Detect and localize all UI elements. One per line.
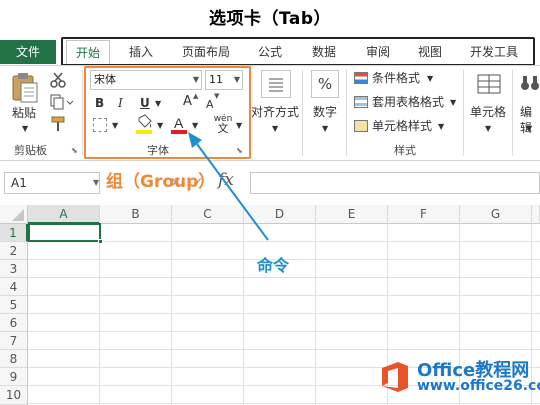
copy-icon[interactable] <box>50 94 74 110</box>
gridline <box>28 403 540 404</box>
tab-file[interactable]: 文件 <box>0 40 56 64</box>
format-painter-icon[interactable] <box>50 116 68 132</box>
table-format-icon <box>354 96 368 108</box>
cut-icon[interactable] <box>50 72 66 88</box>
number-format-button[interactable]: 数字 <box>313 104 337 120</box>
select-all-corner[interactable] <box>0 205 28 224</box>
cell-styles-icon <box>354 120 368 132</box>
chevron-down-icon: ▼ <box>93 178 100 187</box>
watermark-url: www.office26.com <box>417 378 540 394</box>
gridline <box>171 224 172 405</box>
clipboard-group-label: 剪贴板 <box>14 144 47 157</box>
format-as-table-dropdown-icon[interactable]: ▼ <box>450 95 456 111</box>
gridline <box>28 313 540 314</box>
gridline <box>28 295 540 296</box>
group-divider <box>346 70 347 156</box>
alignment-button[interactable]: 对齐方式 <box>251 104 299 120</box>
gridline <box>315 224 316 405</box>
group-divider <box>463 70 464 156</box>
tab-heading: 选项卡（Tab） <box>208 9 332 29</box>
row-header-7[interactable]: 7 <box>0 332 28 350</box>
row-header-5[interactable]: 5 <box>0 296 28 314</box>
conditional-format-button[interactable]: 条件格式 <box>372 70 420 86</box>
editing-dropdown-icon[interactable]: ▼ <box>526 121 532 137</box>
gridline <box>28 331 540 332</box>
cell-styles-dropdown-icon[interactable]: ▼ <box>438 119 444 135</box>
gridline <box>28 241 540 242</box>
formula-input[interactable] <box>250 172 540 194</box>
cells-dropdown-icon[interactable]: ▼ <box>485 121 491 137</box>
gridline <box>99 224 100 405</box>
column-header-g[interactable]: G <box>460 205 532 224</box>
paste-button[interactable]: 粘贴 <box>12 105 36 121</box>
gridline <box>243 224 244 405</box>
fill-handle[interactable] <box>98 239 103 244</box>
row-header-6[interactable]: 6 <box>0 314 28 332</box>
gridline <box>28 277 540 278</box>
percent-icon[interactable]: % <box>311 70 339 98</box>
row-header-8[interactable]: 8 <box>0 350 28 368</box>
number-dropdown-icon[interactable]: ▼ <box>322 121 328 137</box>
cell-styles-button[interactable]: 单元格样式 <box>372 118 432 134</box>
row-header-10[interactable]: 10 <box>0 386 28 405</box>
styles-group-label: 样式 <box>394 144 416 157</box>
clipboard-launcher-icon[interactable]: ⬊ <box>71 146 78 155</box>
command-annotation: 命令 <box>257 256 290 275</box>
arrow-annotation <box>188 132 269 241</box>
row-header-4[interactable]: 4 <box>0 278 28 296</box>
conditional-format-icon <box>354 72 368 84</box>
name-box-value: A1 <box>11 176 27 190</box>
row-header-3[interactable]: 3 <box>0 260 28 278</box>
group-divider <box>512 70 513 156</box>
column-header-b[interactable]: B <box>100 205 172 224</box>
office-logo-icon <box>382 362 408 392</box>
cells-icon[interactable] <box>476 72 502 96</box>
gridline <box>28 349 540 350</box>
paste-dropdown-icon[interactable]: ▼ <box>22 121 28 137</box>
binoculars-icon[interactable] <box>519 72 540 96</box>
group-divider <box>302 70 303 156</box>
column-header-e[interactable]: E <box>316 205 388 224</box>
row-header-9[interactable]: 9 <box>0 368 28 386</box>
tab-highlight-box <box>61 37 535 66</box>
column-header-h[interactable] <box>532 205 540 224</box>
column-header-f[interactable]: F <box>388 205 460 224</box>
column-header-a[interactable]: A <box>28 205 100 224</box>
alignment-icon[interactable] <box>261 70 291 98</box>
selected-cell-a1[interactable] <box>28 223 101 242</box>
name-box[interactable]: A1 ▼ <box>4 172 100 194</box>
paste-icon[interactable] <box>10 72 40 103</box>
format-as-table-button[interactable]: 套用表格格式 <box>372 94 444 110</box>
row-header-1[interactable]: 1 <box>0 224 28 242</box>
group-divider <box>82 70 83 156</box>
row-header-2[interactable]: 2 <box>0 242 28 260</box>
cells-button[interactable]: 单元格 <box>470 104 506 120</box>
conditional-format-dropdown-icon[interactable]: ▼ <box>427 71 433 87</box>
